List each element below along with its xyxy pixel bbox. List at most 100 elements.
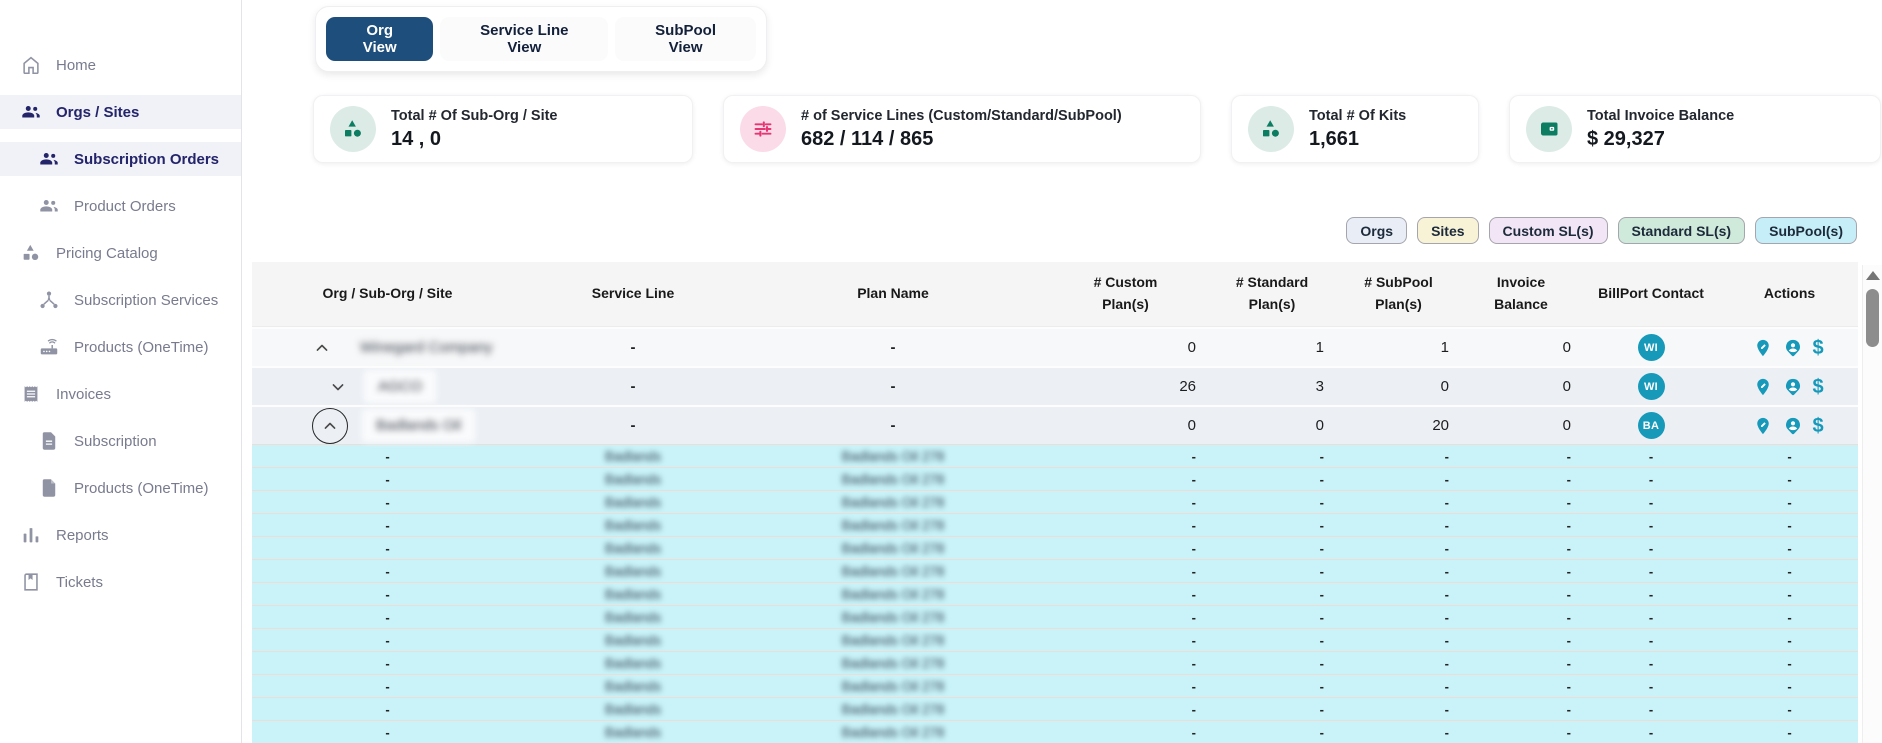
sidebar: Home Orgs / Sites Subscription Orders Pr…	[0, 0, 242, 743]
subpool-plans-cell: -	[1336, 468, 1461, 490]
dollar-icon[interactable]: $	[1813, 377, 1827, 397]
person-pin-icon[interactable]	[1783, 377, 1803, 397]
filter-chip-orgs[interactable]: Orgs	[1346, 217, 1407, 244]
org-row[interactable]: Badlands Oil - - 0 0 20 0 BA $	[252, 405, 1858, 444]
subpool-plans-cell: -	[1336, 445, 1461, 467]
org-name: Winegard Company	[360, 339, 493, 356]
detail-row: - Badlands Badlands Oil 278 - - - - - -	[252, 582, 1858, 605]
detail-row: - Badlands Badlands Oil 278 - - - - - -	[252, 628, 1858, 651]
app-window: Home Orgs / Sites Subscription Orders Pr…	[0, 0, 1882, 743]
sidebar-item-product-orders[interactable]: Product Orders	[0, 189, 241, 223]
standard-plans-cell: -	[1208, 629, 1336, 651]
plan-name-cell: Badlands Oil 278	[842, 633, 945, 648]
sidebar-item-label: Orgs / Sites	[56, 104, 139, 121]
service-line-cell: Badlands	[605, 702, 661, 717]
tune-icon	[740, 106, 786, 152]
expand-row-icon[interactable]	[326, 375, 350, 399]
edit-location-icon[interactable]	[1753, 377, 1773, 397]
sidebar-item-invoices[interactable]: Invoices	[0, 377, 241, 411]
custom-plans-cell: -	[1043, 583, 1208, 605]
billport-contact-cell: -	[1581, 629, 1721, 651]
standard-plans-cell: -	[1208, 721, 1336, 743]
stat-card-total-of-kits: Total # Of Kits 1,661	[1231, 95, 1479, 163]
org-cell: -	[252, 491, 523, 513]
router-icon	[38, 336, 60, 358]
sidebar-item-orgs-sites[interactable]: Orgs / Sites	[0, 95, 241, 129]
detail-row: - Badlands Badlands Oil 278 - - - - - -	[252, 536, 1858, 559]
table-body: Winegard Company - - 0 1 1 0 WI $ AGCO -…	[252, 327, 1858, 743]
tab-org-view[interactable]: Org View	[326, 17, 433, 61]
sidebar-item-home[interactable]: Home	[0, 48, 241, 82]
sidebar-item-subscription-orders[interactable]: Subscription Orders	[0, 142, 241, 176]
stat-card-value: 14 , 0	[391, 128, 558, 151]
billport-contact-cell: -	[1581, 537, 1721, 559]
tab-subpool-view[interactable]: SubPool View	[615, 17, 756, 61]
sidebar-item-tickets[interactable]: Tickets	[0, 565, 241, 599]
invoice-balance-cell: 0	[1461, 368, 1581, 405]
sidebar-item-pricing-catalog[interactable]: Pricing Catalog	[0, 236, 241, 270]
actions-cell: -	[1721, 629, 1858, 651]
filter-chip-custom-sl-s[interactable]: Custom SL(s)	[1489, 217, 1608, 244]
invoice-balance-cell: -	[1461, 514, 1581, 536]
service-line-cell: Badlands	[605, 472, 661, 487]
subpool-plans-cell: -	[1336, 514, 1461, 536]
scrollbar-thumb[interactable]	[1866, 289, 1879, 347]
actions-cell: -	[1721, 606, 1858, 628]
edit-location-icon[interactable]	[1753, 338, 1773, 358]
custom-plans-cell: -	[1043, 537, 1208, 559]
org-row[interactable]: Winegard Company - - 0 1 1 0 WI $	[252, 327, 1858, 366]
org-cell: -	[252, 560, 523, 582]
service-line-cell: Badlands	[605, 449, 661, 464]
person-pin-icon[interactable]	[1783, 338, 1803, 358]
standard-plans-cell: -	[1208, 675, 1336, 697]
dollar-icon[interactable]: $	[1813, 416, 1827, 436]
custom-plans-cell: -	[1043, 491, 1208, 513]
org-row[interactable]: AGCO - - 26 3 0 0 WI $	[252, 366, 1858, 405]
sidebar-item-subscription-services[interactable]: Subscription Services	[0, 283, 241, 317]
subpool-plans-cell: 20	[1336, 407, 1461, 444]
actions-cell: $	[1721, 407, 1858, 444]
scroll-up-arrow-icon[interactable]	[1866, 271, 1880, 280]
dollar-icon[interactable]: $	[1813, 338, 1827, 358]
collapse-row-icon[interactable]	[312, 408, 348, 444]
service-line-cell: Badlands	[605, 725, 661, 740]
tab-service-line-view[interactable]: Service Line View	[440, 17, 608, 61]
stat-card-total-invoice-balance: Total Invoice Balance $ 29,327	[1509, 95, 1881, 163]
custom-plans-cell: 0	[1043, 329, 1208, 366]
org-cell: -	[252, 675, 523, 697]
invoice-balance-cell: -	[1461, 698, 1581, 720]
invoice-balance-cell: -	[1461, 583, 1581, 605]
invoice-balance-cell: -	[1461, 606, 1581, 628]
collapse-row-icon[interactable]	[310, 336, 334, 360]
contact-avatar[interactable]: WI	[1638, 334, 1665, 361]
filter-chip-standard-sl-s[interactable]: Standard SL(s)	[1618, 217, 1746, 244]
table-scrollbar[interactable]	[1862, 265, 1882, 743]
plan-name-cell: Badlands Oil 278	[842, 495, 945, 510]
filter-chip-sites[interactable]: Sites	[1417, 217, 1478, 244]
actions-cell: -	[1721, 537, 1858, 559]
billport-contact-cell: -	[1581, 698, 1721, 720]
service-line-cell: Badlands	[605, 587, 661, 602]
contact-avatar[interactable]: BA	[1638, 412, 1665, 439]
custom-plans-cell: -	[1043, 560, 1208, 582]
actions-cell: $	[1721, 368, 1858, 405]
contact-avatar[interactable]: WI	[1638, 373, 1665, 400]
sidebar-item-subscription[interactable]: Subscription	[0, 424, 241, 458]
org-cell: -	[252, 606, 523, 628]
standard-plans-cell: -	[1208, 698, 1336, 720]
filter-chip-subpool-s[interactable]: SubPool(s)	[1755, 217, 1857, 244]
hub-icon	[38, 289, 60, 311]
actions-cell: -	[1721, 514, 1858, 536]
table-header-row: Org / Sub-Org / SiteService LinePlan Nam…	[252, 262, 1858, 327]
sidebar-item-products-onetime[interactable]: Products (OneTime)	[0, 471, 241, 505]
person-pin-icon[interactable]	[1783, 416, 1803, 436]
sidebar-item-reports[interactable]: Reports	[0, 518, 241, 552]
invoice-balance-cell: 0	[1461, 329, 1581, 366]
edit-location-icon[interactable]	[1753, 416, 1773, 436]
plan-name-cell: Badlands Oil 278	[842, 610, 945, 625]
sidebar-item-products-onetime[interactable]: Products (OneTime)	[0, 330, 241, 364]
billport-contact-cell: -	[1581, 721, 1721, 743]
sidebar-item-label: Home	[56, 57, 96, 74]
standard-plans-cell: -	[1208, 514, 1336, 536]
actions-cell: -	[1721, 698, 1858, 720]
